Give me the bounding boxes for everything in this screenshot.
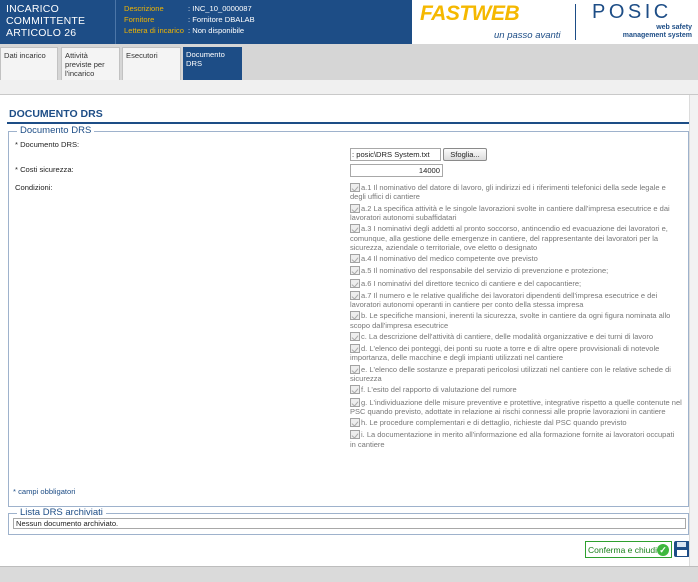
condition-checkbox[interactable] xyxy=(350,183,360,192)
title-underline xyxy=(7,122,690,124)
tab-esecutori[interactable]: Esecutori xyxy=(122,47,181,80)
footer-bar xyxy=(0,566,698,582)
condition-checkbox[interactable] xyxy=(350,278,360,288)
condition-checkbox[interactable] xyxy=(350,290,360,300)
condition-checkbox[interactable] xyxy=(350,254,360,264)
condition-checkbox[interactable] xyxy=(350,311,360,321)
condition-item: b. Le specifiche mansioni, inerenti la s… xyxy=(350,311,671,330)
condition-checkbox[interactable] xyxy=(350,266,360,276)
condition-checkbox[interactable] xyxy=(350,203,360,213)
condition-checkbox[interactable] xyxy=(350,430,360,440)
condition-checkbox[interactable] xyxy=(350,224,360,234)
brand-area: FASTWEB un passo avanti POSIC web safety… xyxy=(412,0,698,44)
condition-item: a.6 I nominativi del direttore tecnico d… xyxy=(350,278,682,289)
condition-item: a.3 I nominativi degli addetti al pronto… xyxy=(350,224,668,252)
tab-dati-incarico[interactable]: Dati incarico xyxy=(0,47,58,80)
condition-item: h. Le procedure complementari e di detta… xyxy=(350,418,682,428)
condition-item: d. L'elenco dei ponteggi, dei ponti su r… xyxy=(350,344,660,363)
condition-item: f. L'esito del rapporto di valutazione d… xyxy=(350,385,682,395)
condition-checkbox[interactable] xyxy=(350,418,360,428)
vertical-scrollbar[interactable] xyxy=(689,95,698,566)
header-title: INCARICO COMMITTENTE ARTICOLO 26 xyxy=(6,3,86,39)
condition-item: e. L'elenco delle sostanze e preparati p… xyxy=(350,364,671,384)
tab-documento-drs[interactable]: Documento DRS xyxy=(183,47,242,80)
tab-bar: Dati incarico Attività previste per l'in… xyxy=(0,44,698,80)
condizioni-label: Condizioni: xyxy=(15,183,53,192)
app-header: INCARICO COMMITTENTE ARTICOLO 26 Descriz… xyxy=(0,0,698,44)
required-fields-note: * campi obbligatori xyxy=(13,487,76,496)
tab-attivita-previste[interactable]: Attività previste per l'incarico xyxy=(61,47,120,80)
condition-item: c. La descrizione dell'attività di canti… xyxy=(350,332,682,342)
condition-item: a.2 La specifica attività e le singole l… xyxy=(350,203,670,222)
costi-sicurezza-input[interactable]: 14000 xyxy=(350,164,443,177)
content-divider xyxy=(0,94,698,95)
header-divider xyxy=(115,0,116,44)
condition-checkbox[interactable] xyxy=(350,344,360,354)
header-info: Descrizione: INC_10_0000087 Fornitore: F… xyxy=(124,3,255,36)
brand-divider xyxy=(575,4,576,40)
fastweb-logo: FASTWEB xyxy=(420,2,520,25)
tab-strip xyxy=(0,80,698,94)
fieldset-legend: Lista DRS archiviati xyxy=(17,507,106,518)
costi-label: * Costi sicurezza: xyxy=(15,165,74,174)
info-lettera: Lettera di incarico: Non disponibile xyxy=(124,26,245,35)
lista-drs-box: Nessun documento archiviato. xyxy=(13,518,686,529)
condition-checkbox[interactable] xyxy=(350,332,360,342)
browse-button[interactable]: Sfoglia... xyxy=(443,148,487,161)
save-icon[interactable] xyxy=(674,541,690,557)
confirm-close-button[interactable]: Conferma e chiudi ✓ xyxy=(585,541,672,558)
fieldset-legend: Documento DRS xyxy=(17,125,95,136)
page-title: DOCUMENTO DRS xyxy=(9,108,103,120)
info-fornitore: Fornitore: Fornitore DBALAB xyxy=(124,15,255,24)
check-icon: ✓ xyxy=(657,544,669,556)
condition-item: a.5 Il nominativo del responsabile del s… xyxy=(350,266,682,276)
condition-checkbox[interactable] xyxy=(350,397,360,407)
info-descrizione: Descrizione: INC_10_0000087 xyxy=(124,4,252,13)
condition-item: a.7 Il numero e le relative qualifiche d… xyxy=(350,290,658,309)
condition-item: a.1 Il nominativo del datore di lavoro, … xyxy=(350,183,666,202)
condition-checkbox[interactable] xyxy=(350,385,360,395)
condition-checkbox[interactable] xyxy=(350,364,360,374)
documento-label: * Documento DRS: xyxy=(15,140,80,149)
condition-item: i. La documentazione in merito all'infor… xyxy=(350,430,675,449)
posic-subtitle: web safety management system xyxy=(622,24,692,39)
condition-item: g. L'individuazione delle misure prevent… xyxy=(350,397,682,416)
condition-item: a.4 Il nominativo del medico competente … xyxy=(350,254,682,264)
confirm-close-label: Conferma e chiudi xyxy=(588,545,657,555)
file-path-input[interactable]: : posic\DRS System.txt xyxy=(350,148,441,161)
posic-logo: POSIC xyxy=(592,1,672,23)
fastweb-slogan: un passo avanti xyxy=(494,30,561,41)
conditions-list: a.1 Il nominativo del datore di lavoro, … xyxy=(350,183,682,451)
